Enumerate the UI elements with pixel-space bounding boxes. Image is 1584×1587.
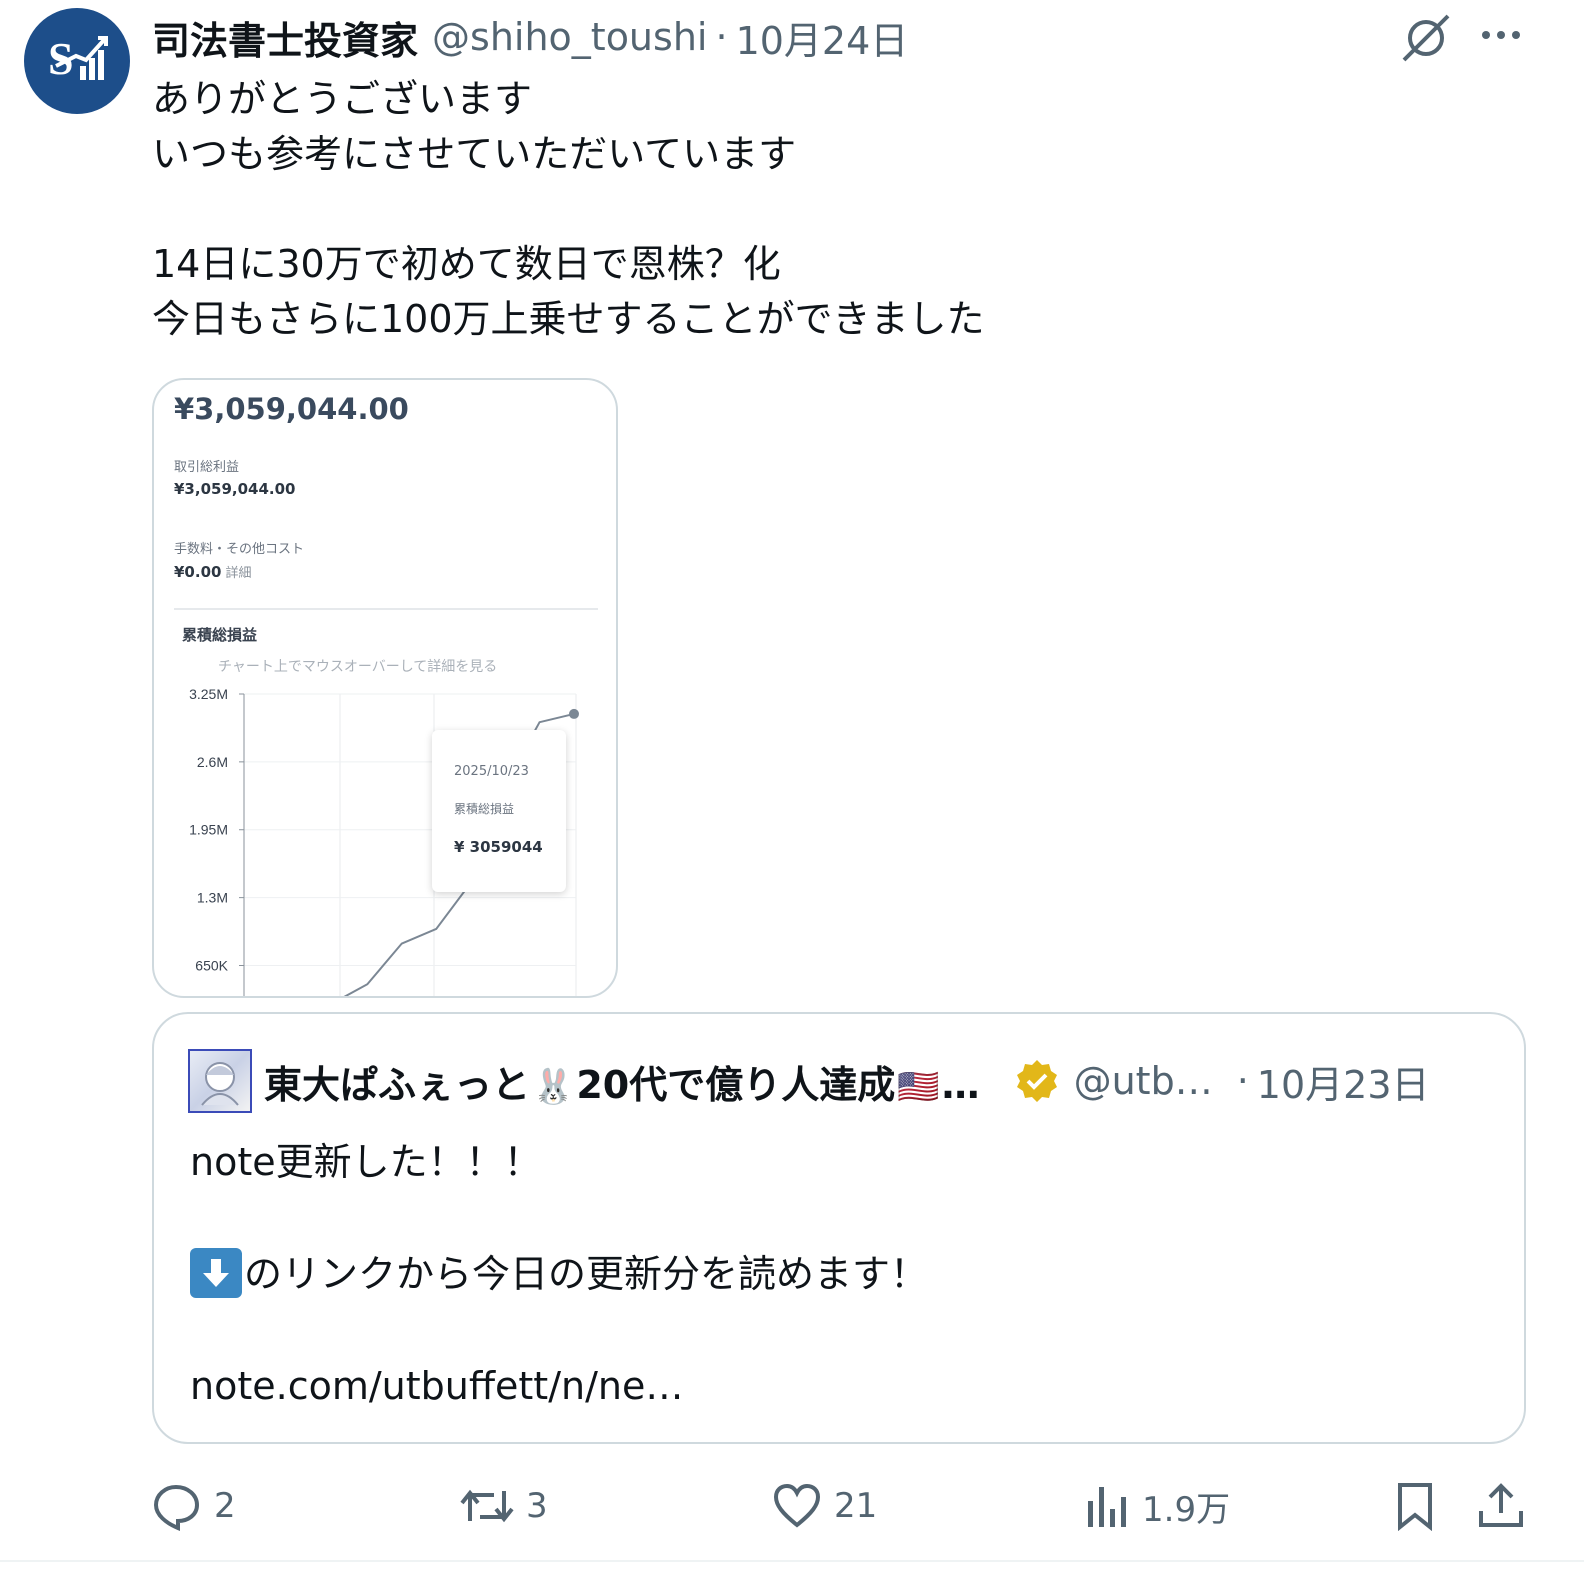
repost-count: 3 [526, 1486, 548, 1526]
quoted-tweet[interactable]: 東大ぱふぇっと🐰20代で億り人達成🇺🇸… @utb… · 10月23日 note… [152, 1012, 1526, 1444]
author-display-name[interactable]: 司法書士投資家 [152, 10, 418, 65]
views-chart-icon [1088, 1487, 1126, 1527]
reply-count: 2 [214, 1486, 236, 1526]
headline-amount: ¥3,059,044.00 [174, 392, 409, 426]
anime-avatar-icon [201, 1062, 239, 1106]
heart-icon [773, 1483, 821, 1528]
reply-button[interactable]: 2 [152, 1474, 236, 1538]
reply-icon [153, 1484, 200, 1531]
quoted-tweet-header: 東大ぱふぇっと🐰20代で億り人達成🇺🇸… @utb… · 10月23日 [188, 1048, 1430, 1114]
tooltip-date: 2025/10/23 [454, 764, 529, 779]
tweet-line: ありがとうございます [152, 77, 533, 121]
tooltip-label: 累積総損益 [454, 802, 515, 816]
rabbit-emoji: 🐰 [532, 1066, 575, 1107]
share-icon [1479, 1483, 1523, 1527]
views-count: 1.9万 [1142, 1489, 1231, 1530]
quoted-line: note更新した！！！ [190, 1140, 542, 1184]
repost-icon [460, 1489, 514, 1523]
quoted-name-part1: 東大ぱふぇっと [264, 1062, 531, 1107]
y-tick-label: 650K [195, 957, 228, 973]
quoted-tweet-text: note更新した！！！ のリンクから今日の更新分を読めます！ note.com/… [190, 1134, 1490, 1414]
quoted-header-separator: · [1236, 1059, 1249, 1103]
header-separator: · [715, 15, 728, 59]
us-flag-emoji: 🇺🇸 [897, 1066, 940, 1107]
tweet-action-bar: 2 3 21 1.9万 [0, 1474, 1584, 1538]
verified-badge-icon [1014, 1058, 1060, 1104]
quoted-author-name[interactable]: 東大ぱふぇっと🐰20代で億り人達成🇺🇸… [264, 1054, 980, 1109]
quoted-blank-line [190, 1302, 1490, 1358]
like-count: 21 [834, 1486, 878, 1526]
logo-icon: S [48, 33, 108, 84]
tweet-date[interactable]: 10月24日 [736, 10, 909, 65]
y-tick-label: 1.95M [189, 822, 228, 838]
quoted-blank-line [190, 1190, 1490, 1246]
y-tick-label: 3.25M [189, 686, 228, 702]
grok-icon[interactable] [1398, 12, 1454, 62]
share-button[interactable] [1476, 1474, 1526, 1538]
quoted-note-link[interactable]: note.com/utbuffett/n/ne… [190, 1358, 1490, 1414]
gross-profit-label: 取引総利益 [174, 460, 240, 475]
tweet-line: 14日に30万で初めて数日で恩株？化 [152, 242, 781, 286]
repost-button[interactable]: 3 [460, 1474, 548, 1538]
more-options-icon[interactable] [1474, 20, 1530, 50]
tooltip-value: ¥ 3059044 [454, 838, 543, 856]
bookmark-button[interactable] [1392, 1474, 1438, 1538]
down-arrow-emoji-icon [190, 1247, 242, 1298]
fees-label: 手数料・その他コスト [174, 542, 305, 557]
fees-value-row: ¥0.00 詳細 [174, 562, 251, 581]
tweet-media-image[interactable]: ¥3,059,044.00 取引総利益 ¥3,059,044.00 手数料・その… [152, 378, 618, 998]
tweet-line: 今日もさらに100万上乗せすることができました [152, 297, 985, 341]
chart-section-title: 累積総損益 [182, 626, 258, 644]
quoted-name-part2: 20代で億り人達成 [576, 1062, 896, 1107]
bookmark-icon [1398, 1483, 1432, 1531]
media-divider [174, 608, 598, 610]
author-avatar[interactable]: S [24, 8, 130, 114]
quoted-tweet-date[interactable]: 10月23日 [1257, 1054, 1430, 1109]
quoted-line-text: のリンクから今日の更新分を読めます！ [244, 1252, 929, 1296]
chart-tooltip: 2025/10/23 累積総損益 ¥ 3059044 [432, 730, 566, 892]
views-button[interactable]: 1.9万 [1084, 1474, 1230, 1538]
like-button[interactable]: 21 [772, 1474, 877, 1538]
y-tick-label: 2.6M [197, 754, 228, 770]
tweet-line: いつも参考にさせていただいています [152, 132, 797, 176]
quoted-name-ellipsis: … [941, 1062, 980, 1107]
tweet-text: ありがとうございます いつも参考にさせていただいています 14日に30万で初めて… [152, 72, 1532, 347]
tweet-header: 司法書士投資家 @shiho_toushi · 10月24日 [152, 10, 909, 65]
gross-profit-value: ¥3,059,044.00 [174, 480, 296, 498]
author-handle[interactable]: @shiho_toushi [432, 15, 707, 59]
tweet-line [152, 182, 1532, 237]
fees-value: ¥0.00 [174, 563, 222, 581]
quoted-author-avatar[interactable] [188, 1049, 252, 1113]
tweet-bottom-border [0, 1560, 1584, 1562]
fees-detail-link: 詳細 [225, 566, 252, 581]
quoted-line-with-arrow: のリンクから今日の更新分を読めます！ [190, 1246, 1490, 1302]
quoted-author-handle[interactable]: @utb… [1074, 1059, 1213, 1103]
y-tick-label: 1.3M [197, 890, 228, 906]
chart-data-point [569, 708, 579, 719]
